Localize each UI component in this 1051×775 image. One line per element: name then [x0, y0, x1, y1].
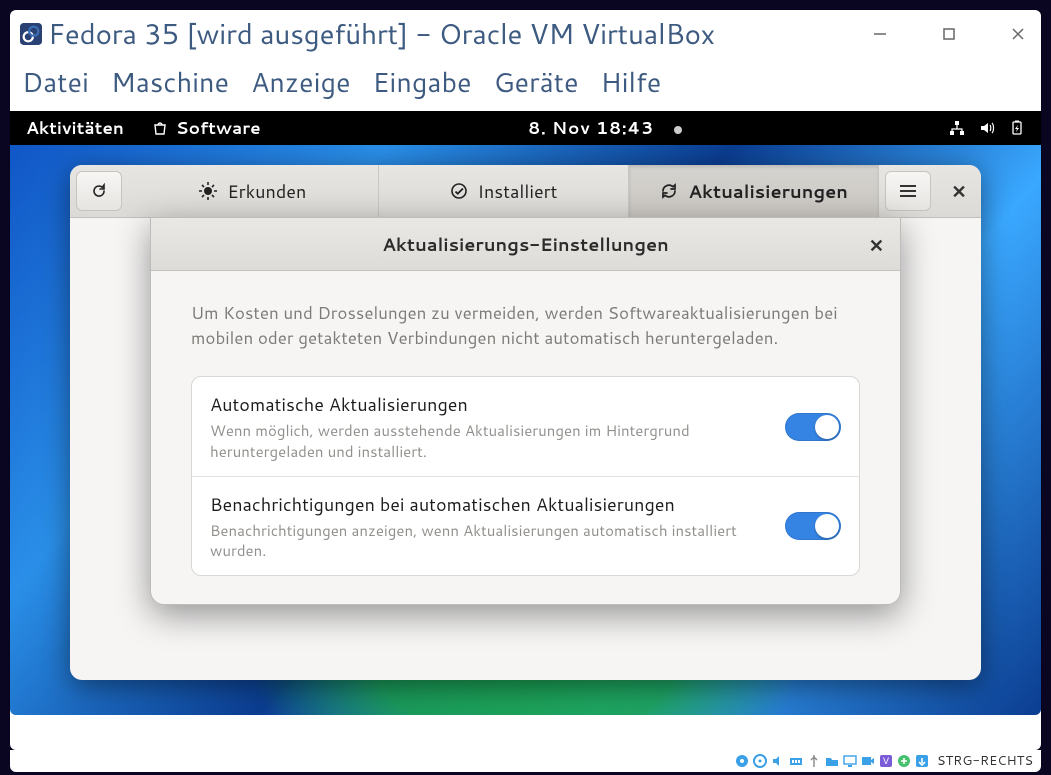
setting-auto-updates: Automatische Aktualisierungen Wenn mögli…: [192, 377, 859, 477]
shared-folder-icon[interactable]: [825, 754, 839, 768]
dialog-close-button[interactable]: ✕: [869, 232, 884, 258]
toggle-auto-updates[interactable]: [785, 413, 841, 441]
dialog-intro-text: Um Kosten und Drosselungen zu vermeiden,…: [191, 301, 860, 350]
app-menu[interactable]: Software: [152, 116, 261, 140]
close-button[interactable]: [1011, 27, 1025, 41]
settings-list: Automatische Aktualisierungen Wenn mögli…: [191, 376, 860, 576]
recording-icon[interactable]: [861, 754, 875, 768]
minimize-button[interactable]: [873, 27, 887, 41]
setting-desc: Benachrichtigungen anzeigen, wenn Aktual…: [210, 521, 767, 562]
dialog-titlebar: Aktualisierungs-Einstellungen ✕: [151, 218, 900, 271]
host-menu: Datei Maschine Anzeige Eingabe Geräte Hi…: [10, 58, 1041, 111]
gnome-desktop: Erkunden Installiert Aktualisierungen ✕: [10, 145, 1041, 715]
gnome-top-bar: Aktivitäten Software 8. Nov 18:43: [10, 111, 1041, 145]
dialog-title: Aktualisierungs-Einstellungen: [382, 231, 669, 257]
virtualbox-window: Fedora 35 [wird ausgeführt] - Oracle VM …: [10, 10, 1041, 750]
gnome-software-window: Erkunden Installiert Aktualisierungen ✕: [70, 165, 981, 680]
host-title: Fedora 35 [wird ausgeführt] - Oracle VM …: [48, 14, 715, 54]
audio-icon[interactable]: [771, 754, 785, 768]
shopping-bag-icon: [152, 120, 168, 136]
network-icon[interactable]: [949, 120, 965, 136]
menu-anzeige[interactable]: Anzeige: [251, 62, 350, 101]
svg-text:V: V: [883, 756, 889, 766]
activities-button[interactable]: Aktivitäten: [26, 116, 124, 140]
tab-explore[interactable]: Erkunden: [128, 165, 379, 217]
optical-icon[interactable]: [753, 754, 767, 768]
refresh-button[interactable]: [76, 171, 122, 211]
display-icon[interactable]: [843, 754, 857, 768]
menu-maschine[interactable]: Maschine: [111, 62, 229, 101]
setting-title: Automatische Aktualisierungen: [210, 391, 767, 417]
dialog-body: Um Kosten und Drosselungen zu vermeiden,…: [151, 271, 900, 604]
software-close-button[interactable]: ✕: [937, 165, 981, 217]
toggle-update-notifications[interactable]: [785, 512, 841, 540]
refresh-icon: [91, 183, 107, 199]
update-settings-dialog: Aktualisierungs-Einstellungen ✕ Um Koste…: [150, 217, 901, 605]
sync-icon: [660, 182, 678, 200]
menu-hilfe[interactable]: Hilfe: [600, 62, 661, 101]
tab-explore-label: Erkunden: [227, 178, 306, 204]
harddisk-icon[interactable]: [735, 754, 749, 768]
maximize-button[interactable]: [942, 27, 956, 41]
menu-eingabe[interactable]: Eingabe: [373, 62, 472, 101]
network-adapter-icon[interactable]: [789, 754, 803, 768]
tab-updates[interactable]: Aktualisierungen: [629, 165, 879, 217]
menu-geraete[interactable]: Geräte: [494, 62, 579, 101]
tab-updates-label: Aktualisierungen: [688, 178, 848, 204]
tab-installed[interactable]: Installiert: [379, 165, 630, 217]
setting-desc: Wenn möglich, werden ausstehende Aktuali…: [210, 421, 767, 462]
hamburger-menu-button[interactable]: [885, 171, 931, 211]
hamburger-icon: [900, 185, 916, 197]
compass-icon: [199, 182, 217, 200]
clock-label: 8. Nov 18:43: [528, 116, 654, 140]
usb-icon[interactable]: [807, 754, 821, 768]
tab-installed-label: Installiert: [478, 178, 558, 204]
guest-additions-icon[interactable]: [897, 754, 911, 768]
power-icon[interactable]: [1009, 120, 1025, 136]
software-headerbar: Erkunden Installiert Aktualisierungen ✕: [70, 165, 981, 218]
hostkey-icon[interactable]: [915, 754, 929, 768]
volume-icon[interactable]: [979, 120, 995, 136]
hostkey-label: STRG-RECHTS: [937, 752, 1033, 770]
check-circle-icon: [450, 182, 468, 200]
host-titlebar: Fedora 35 [wird ausgeführt] - Oracle VM …: [10, 10, 1041, 58]
vm-state-icon[interactable]: V: [879, 754, 893, 768]
setting-update-notifications: Benachrichtigungen bei automatischen Akt…: [192, 477, 859, 576]
virtualbox-statusbar: V STRG-RECHTS: [10, 750, 1041, 772]
setting-title: Benachrichtigungen bei automatischen Akt…: [210, 491, 767, 517]
app-menu-label: Software: [176, 116, 261, 140]
notification-dot-icon: [674, 126, 682, 134]
fedora-icon: [20, 23, 42, 45]
clock[interactable]: 8. Nov 18:43: [261, 116, 949, 140]
menu-datei[interactable]: Datei: [22, 62, 89, 101]
